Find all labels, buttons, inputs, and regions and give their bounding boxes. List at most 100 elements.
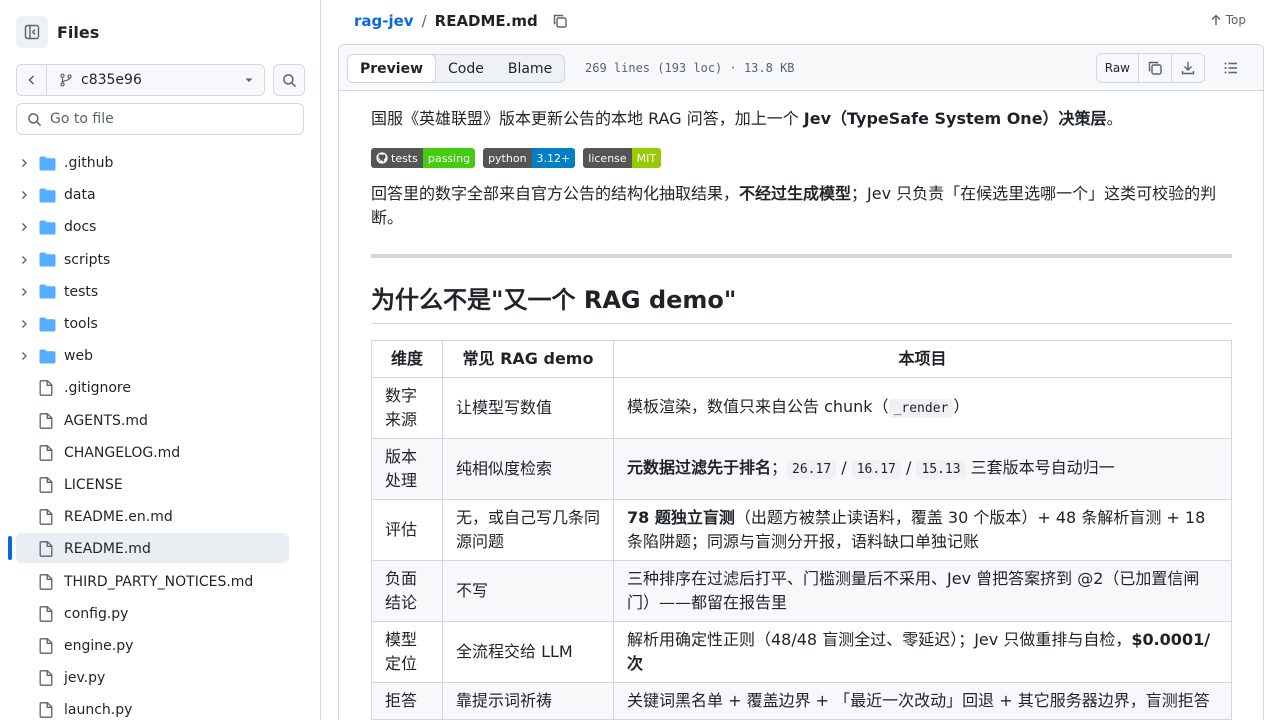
table-cell-project: 78 题独立盲测（出题方被禁止读语料，覆盖 30 个版本）+ 48 条解析盲测 … bbox=[613, 499, 1232, 561]
table-row: 版本处理 纯相似度检索 元数据过滤先于排名； 26.17 / 16.17 / 15.1… bbox=[371, 438, 1232, 500]
tree-file[interactable]: README.md bbox=[0, 533, 320, 565]
go-to-file-input[interactable]: Go to file bbox=[16, 103, 304, 135]
badge-python[interactable]: python 3.12+ bbox=[483, 148, 576, 168]
table-cell-project: 元数据过滤先于排名； 26.17 / 16.17 / 15.13 三套版本号自动归… bbox=[613, 438, 1232, 500]
top-button[interactable]: Top bbox=[1210, 13, 1246, 27]
tree-item-label: THIRD_PARTY_NOTICES.md bbox=[64, 573, 254, 590]
table-cell-project: 关键词黑名单 + 覆盖边界 + 「最近一次改动」回退 + 其它服务器边界，盲测拒… bbox=[613, 682, 1232, 720]
folder-icon bbox=[39, 284, 56, 299]
view-mode-tabs: Preview Code Blame bbox=[347, 54, 566, 83]
table-cell-dimension: 拒答 bbox=[371, 682, 443, 720]
copy-raw-icon[interactable] bbox=[1139, 54, 1172, 82]
badge-value: 3.12+ bbox=[531, 148, 576, 168]
raw-button[interactable]: Raw bbox=[1097, 54, 1139, 82]
file-icon bbox=[39, 509, 53, 526]
badge-left-text: python bbox=[488, 151, 527, 165]
copy-path-icon[interactable] bbox=[552, 13, 568, 29]
collapse-sidebar-icon[interactable] bbox=[16, 16, 48, 48]
tree-item-label: README.en.md bbox=[64, 509, 173, 526]
badge-label: license bbox=[583, 148, 632, 168]
tree-item-label: .github bbox=[64, 155, 114, 172]
intro-end: 。 bbox=[1106, 109, 1123, 128]
active-indicator bbox=[8, 536, 12, 561]
branch-row: c835e96 bbox=[16, 64, 305, 96]
badge-tests[interactable]: tests passing bbox=[371, 148, 476, 168]
chevron-right-icon[interactable] bbox=[18, 319, 30, 329]
tree-folder[interactable]: web bbox=[0, 340, 320, 372]
tree-file[interactable]: CHANGELOG.md bbox=[0, 437, 320, 469]
table-row: 评估 无，或自己写几条同源问题 78 题独立盲测（出题方被禁止读语料，覆盖 30 个… bbox=[371, 499, 1232, 561]
cell-text: 模板渲染，数值只来自公告 chunk（ bbox=[627, 397, 889, 416]
tree-item-label: web bbox=[64, 348, 93, 365]
comparison-table: 维度 常见 RAG demo 本项目 数字来源 让模型写数值 模板渲染，数值只来自公… bbox=[371, 340, 1232, 720]
table-cell-dimension: 评估 bbox=[371, 499, 443, 561]
chevron-right-icon[interactable] bbox=[18, 351, 30, 361]
table-row: 负面结论 不写 三种排序在过滤后打平、门槛测量后不采用、Jev 曾把答案挤到 @2（… bbox=[371, 560, 1232, 622]
tree-file[interactable]: config.py bbox=[0, 598, 320, 630]
github-icon bbox=[376, 152, 388, 164]
branch-picker: c835e96 bbox=[16, 64, 265, 96]
tree-file[interactable]: .gitignore bbox=[0, 372, 320, 404]
breadcrumb-repo-link[interactable]: rag-jev bbox=[354, 12, 414, 30]
branch-name: c835e96 bbox=[81, 72, 142, 88]
table-header: 本项目 bbox=[613, 340, 1232, 378]
inline-code: 26.17 bbox=[787, 460, 837, 479]
readme-intro: 国服《英雄联盟》版本更新公告的本地 RAG 问答，加上一个 Jev（TypeSa… bbox=[371, 108, 1232, 130]
toolbar-actions: Raw bbox=[1095, 53, 1247, 83]
tree-folder[interactable]: .github bbox=[0, 147, 320, 179]
tree-file[interactable]: launch.py bbox=[0, 694, 320, 720]
search-icon[interactable] bbox=[273, 64, 305, 96]
tab-preview[interactable]: Preview bbox=[347, 54, 437, 83]
inline-code: _render bbox=[888, 399, 954, 418]
table-cell-dimension: 模型定位 bbox=[371, 621, 443, 683]
tree-folder[interactable]: tests bbox=[0, 276, 320, 308]
tree-folder[interactable]: data bbox=[0, 179, 320, 211]
readme-paragraph: 回答里的数字全部来自官方公告的结构化抽取结果，不经过生成模型；Jev 只负责「在… bbox=[371, 182, 1232, 230]
badge-left-text: tests bbox=[391, 151, 418, 165]
tree-item-label: AGENTS.md bbox=[64, 412, 148, 429]
file-viewer: Preview Code Blame 269 lines (193 loc) ·… bbox=[338, 44, 1264, 720]
tree-file[interactable]: THIRD_PARTY_NOTICES.md bbox=[0, 565, 320, 597]
chevron-right-icon[interactable] bbox=[18, 190, 30, 200]
tab-code[interactable]: Code bbox=[436, 55, 496, 82]
tree-file[interactable]: README.en.md bbox=[0, 501, 320, 533]
file-icon bbox=[39, 605, 53, 622]
file-meta: 269 lines (193 loc) · 13.8 KB bbox=[585, 61, 795, 75]
tree-file[interactable]: AGENTS.md bbox=[0, 405, 320, 437]
table-cell-common: 靠提示词祈祷 bbox=[442, 682, 614, 720]
folder-icon bbox=[39, 349, 56, 364]
tree-item-label: tools bbox=[64, 316, 98, 333]
file-icon bbox=[39, 477, 53, 493]
chevron-right-icon[interactable] bbox=[18, 158, 30, 168]
chevron-right-icon[interactable] bbox=[18, 222, 30, 232]
raw-actions-group: Raw bbox=[1095, 53, 1205, 83]
outline-list-icon[interactable] bbox=[1215, 53, 1247, 83]
tree-item-label: README.md bbox=[64, 541, 151, 558]
file-header: rag-jev / README.md Top bbox=[338, 0, 1264, 44]
tab-blame[interactable]: Blame bbox=[496, 55, 564, 82]
back-arrow-icon[interactable] bbox=[17, 65, 47, 95]
tree-file[interactable]: jev.py bbox=[0, 662, 320, 694]
table-header: 常见 RAG demo bbox=[442, 340, 614, 378]
download-icon[interactable] bbox=[1172, 54, 1204, 82]
table-cell-dimension: 负面结论 bbox=[371, 560, 443, 622]
tree-file[interactable]: LICENSE bbox=[0, 469, 320, 501]
git-branch-icon bbox=[59, 73, 73, 87]
file-icon bbox=[39, 541, 53, 558]
table-row: 模型定位 全流程交给 LLM 解析用确定性正则（48/48 盲测全过、零延迟）；Je… bbox=[371, 621, 1232, 683]
tree-folder[interactable]: tools bbox=[0, 308, 320, 340]
p2-text: 回答里的数字全部来自官方公告的结构化抽取结果， bbox=[371, 184, 740, 203]
p2-bold: 不经过生成模型 bbox=[739, 184, 852, 203]
chevron-right-icon[interactable] bbox=[18, 255, 30, 265]
branch-selector[interactable]: c835e96 bbox=[47, 72, 264, 88]
table-cell-project: 解析用确定性正则（48/48 盲测全过、零延迟）；Jev 只做重排与自检，$0.… bbox=[613, 621, 1232, 683]
tree-file[interactable]: engine.py bbox=[0, 630, 320, 662]
table-cell-dimension: 版本处理 bbox=[371, 438, 443, 500]
intro-text: 国服《英雄联盟》版本更新公告的本地 RAG 问答，加上一个 bbox=[371, 109, 804, 128]
folder-icon bbox=[39, 252, 56, 267]
chevron-right-icon[interactable] bbox=[18, 287, 30, 297]
tree-folder[interactable]: scripts bbox=[0, 244, 320, 276]
badge-license[interactable]: license MIT bbox=[583, 148, 662, 168]
tree-folder[interactable]: docs bbox=[0, 211, 320, 243]
file-icon bbox=[39, 670, 53, 686]
